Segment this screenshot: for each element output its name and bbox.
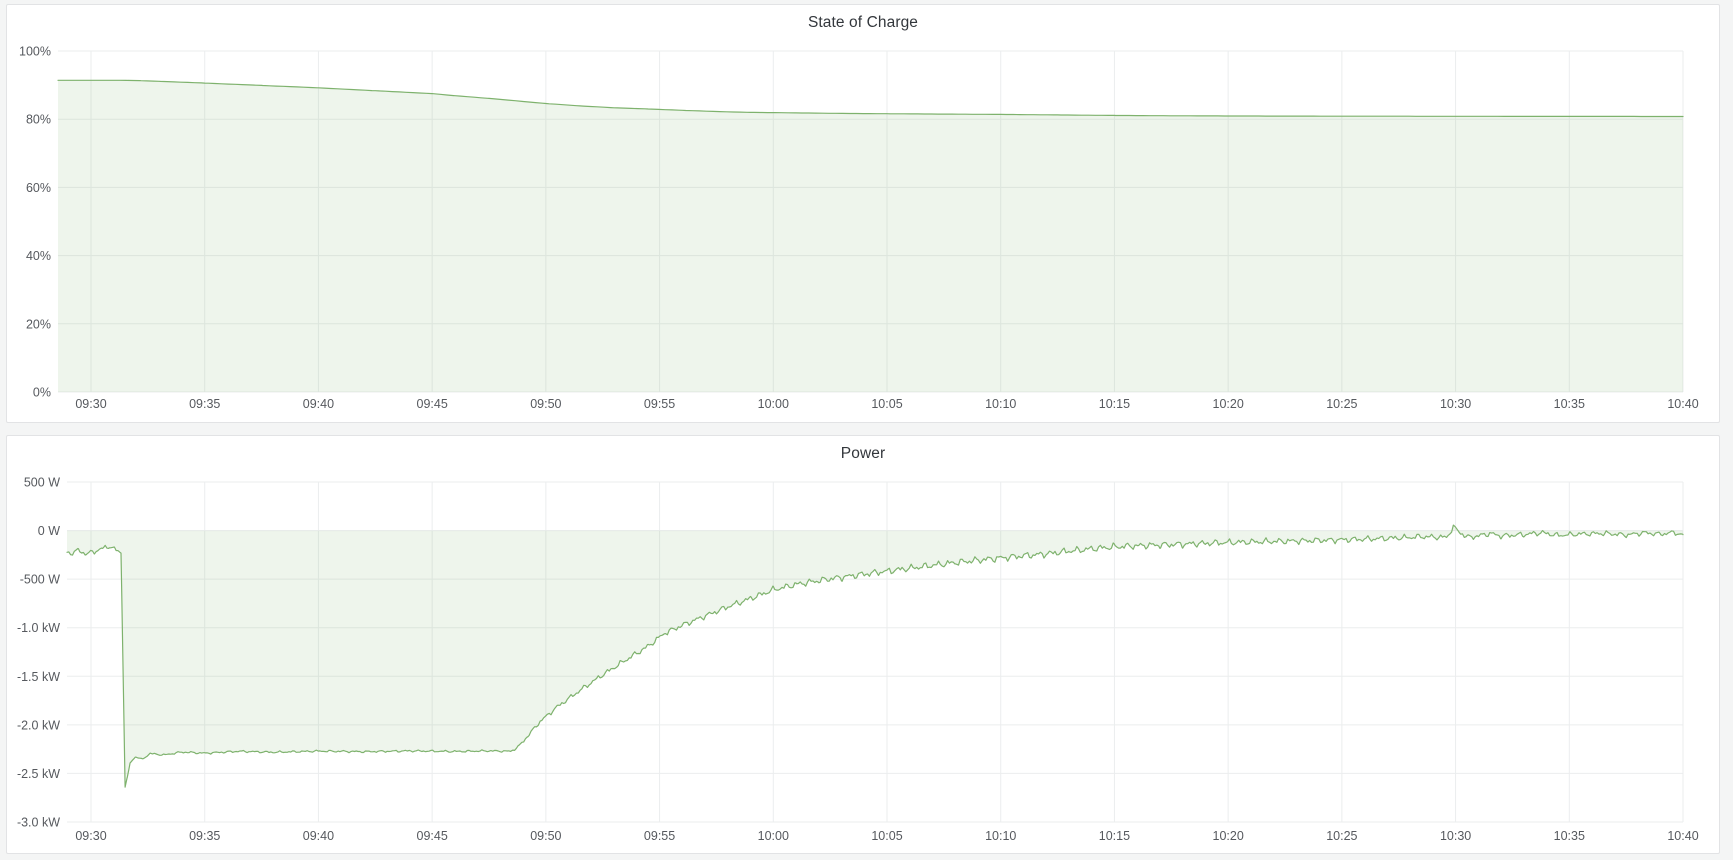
x-axis-tick-label: 10:15 xyxy=(1099,829,1130,843)
x-axis-tick-label: 10:30 xyxy=(1440,397,1471,411)
x-axis-tick-label: 10:10 xyxy=(985,829,1016,843)
x-axis-tick-label: 10:10 xyxy=(985,397,1016,411)
x-axis-tick-label: 09:45 xyxy=(417,397,448,411)
x-axis-tick-label: 09:55 xyxy=(644,397,675,411)
y-axis-tick-label: -500 W xyxy=(20,573,60,587)
power-chart[interactable]: 500 W 0 W -500 W -1.0 kW -1.5 kW -2.0 kW -2.5 … xyxy=(7,436,1719,853)
power-panel-title[interactable]: Power xyxy=(7,445,1719,463)
x-axis-tick-label: 10:05 xyxy=(871,829,902,843)
x-axis-tick-label: 10:20 xyxy=(1213,397,1244,411)
y-axis-tick-label: 500 W xyxy=(24,476,60,490)
y-axis-tick-label: -2.5 kW xyxy=(17,767,60,781)
x-axis-tick-label: 10:25 xyxy=(1326,397,1357,411)
y-axis-tick-label: 0 W xyxy=(38,524,60,538)
x-axis-tick-label: 09:45 xyxy=(417,829,448,843)
x-axis-tick-label: 10:15 xyxy=(1099,397,1130,411)
y-axis-tick-label: 20% xyxy=(26,317,51,331)
x-axis-tick-label: 10:05 xyxy=(871,397,902,411)
y-axis-tick-label: 60% xyxy=(26,181,51,195)
x-axis-tick-label: 10:30 xyxy=(1440,829,1471,843)
series-area-fill xyxy=(67,525,1683,787)
soc-chart[interactable]: 100% 80% 60% 40% 20% 0% 09:30 09:35 09:40 09:45 09… xyxy=(7,5,1719,422)
x-axis-tick-label: 09:55 xyxy=(644,829,675,843)
x-axis-tick-label: 09:40 xyxy=(303,829,334,843)
x-axis-tick-label: 10:40 xyxy=(1667,397,1698,411)
x-axis-tick-label: 10:25 xyxy=(1326,829,1357,843)
y-axis-tick-label: -1.0 kW xyxy=(17,621,60,635)
x-axis-tick-label: 09:35 xyxy=(189,397,220,411)
power-panel: 500 W 0 W -500 W -1.0 kW -1.5 kW -2.0 kW -2.5 … xyxy=(6,435,1720,854)
y-axis-tick-label: 40% xyxy=(26,249,51,263)
x-axis-tick-label: 10:00 xyxy=(758,829,789,843)
x-axis-tick-label: 09:30 xyxy=(75,829,106,843)
x-axis-tick-label: 09:50 xyxy=(530,397,561,411)
y-axis-tick-label: -1.5 kW xyxy=(17,670,60,684)
series-area-fill xyxy=(58,80,1683,392)
soc-panel-title[interactable]: State of Charge xyxy=(7,14,1719,32)
x-axis-tick-label: 10:40 xyxy=(1667,829,1698,843)
y-axis-tick-label: -3.0 kW xyxy=(17,816,60,830)
x-axis-tick-label: 09:50 xyxy=(530,829,561,843)
x-axis-tick-label: 10:20 xyxy=(1213,829,1244,843)
x-axis-tick-label: 10:00 xyxy=(758,397,789,411)
x-axis-tick-label: 10:35 xyxy=(1554,829,1585,843)
y-axis-tick-label: 80% xyxy=(26,113,51,127)
y-axis-tick-label: -2.0 kW xyxy=(17,718,60,732)
soc-panel: 100% 80% 60% 40% 20% 0% 09:30 09:35 09:40 09:45 09… xyxy=(6,4,1720,423)
x-axis-tick-label: 09:40 xyxy=(303,397,334,411)
y-axis-tick-label: 100% xyxy=(19,45,51,59)
x-axis-tick-label: 10:35 xyxy=(1554,397,1585,411)
x-axis-tick-label: 09:35 xyxy=(189,829,220,843)
x-axis-tick-label: 09:30 xyxy=(75,397,106,411)
y-axis-tick-label: 0% xyxy=(33,386,51,400)
